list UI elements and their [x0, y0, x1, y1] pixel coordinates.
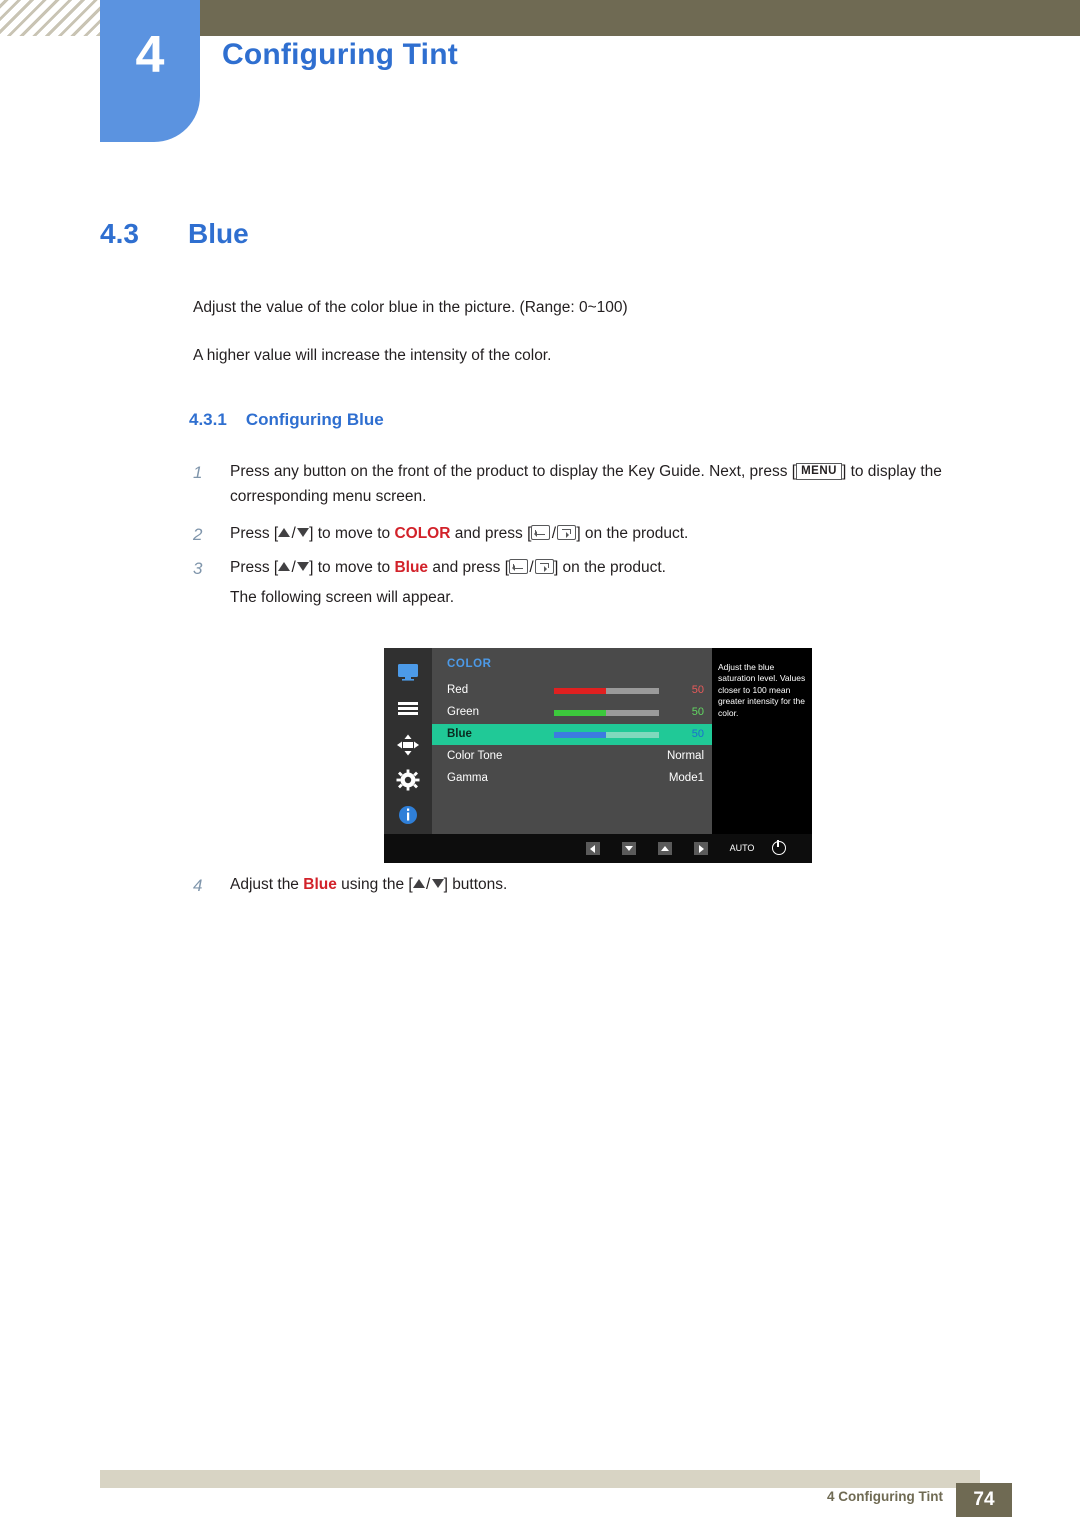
- subsection-number: 4.3.1: [189, 410, 227, 429]
- osd-slider-track[interactable]: [554, 688, 659, 694]
- osd-icon-column: [384, 648, 432, 834]
- osd-row-value: Normal: [666, 750, 704, 762]
- osd-footer-down-button[interactable]: [616, 841, 642, 856]
- osd-footer-right-button[interactable]: [688, 841, 714, 856]
- osd-slider-fill: [554, 710, 606, 716]
- osd-row-blue[interactable]: Blue 50: [432, 724, 712, 745]
- step-2-text: Press [ / ] to move to COLOR and press […: [230, 525, 689, 542]
- osd-row-label: Green: [447, 706, 479, 718]
- osd-row-label: Blue: [447, 728, 472, 740]
- step-2-text-a: Press [: [230, 525, 279, 542]
- up-arrow-icon: [412, 879, 425, 888]
- power-icon: [772, 840, 786, 855]
- osd-slider-track[interactable]: [554, 732, 659, 738]
- osd-row-color-tone[interactable]: Color Tone Normal: [432, 746, 712, 767]
- footer-rule: [100, 1470, 980, 1488]
- osd-row-red[interactable]: Red 50: [432, 680, 712, 701]
- subsection-heading: 4.3.1 Configuring Blue: [189, 410, 384, 430]
- down-arrow-icon: [297, 562, 310, 571]
- osd-footer-auto-button[interactable]: AUTO: [724, 841, 760, 856]
- section-paragraph-2: A higher value will increase the intensi…: [193, 347, 552, 364]
- osd-help-panel: Adjust the blue saturation level. Values…: [712, 648, 812, 834]
- step-4-keyword: Blue: [303, 876, 337, 893]
- osd-row-label: Color Tone: [447, 750, 503, 762]
- gear-icon: [394, 768, 422, 792]
- step-3-text-a: Press [: [230, 559, 279, 576]
- page-number: 74: [956, 1483, 1012, 1517]
- down-arrow-icon: [297, 528, 310, 537]
- osd-slider-fill: [554, 688, 606, 694]
- osd-menu-panel: COLOR Red 50 Green 50 Blue 50 Color Tone…: [432, 648, 712, 834]
- step-3-number: 3: [193, 559, 203, 578]
- enter-button-icon: [557, 525, 577, 540]
- up-arrow-icon: [278, 528, 291, 537]
- osd-row-value: 50: [691, 706, 704, 718]
- step-3-text-d: ] on the product.: [553, 559, 666, 576]
- osd-help-text: Adjust the blue saturation level. Values…: [718, 662, 806, 718]
- step-1-text: Press any button on the front of the pro…: [230, 459, 1023, 509]
- up-arrow-icon: [278, 562, 291, 571]
- right-arrow-icon: [694, 842, 708, 856]
- down-arrow-icon: [622, 842, 636, 856]
- step-4-text: Adjust the Blue using the [ / ] buttons.: [230, 876, 508, 893]
- header-hatch-decoration: [0, 0, 100, 36]
- step-4: 4 Adjust the Blue using the [ / ] button…: [193, 872, 1023, 897]
- subsection-title: Configuring Blue: [245, 410, 384, 429]
- step-3-text: Press [ / ] to move to Blue and press [ …: [230, 559, 666, 576]
- osd-footer-left-button[interactable]: [580, 841, 606, 856]
- back-button-icon: [509, 559, 529, 574]
- step-2-text-b: ] to move to: [309, 525, 395, 542]
- back-button-icon: [531, 525, 551, 540]
- enter-button-icon: [534, 559, 554, 574]
- osd-row-label: Gamma: [447, 772, 488, 784]
- osd-slider-fill: [554, 732, 606, 738]
- step-2: 2 Press [ / ] to move to COLOR and press…: [193, 521, 1023, 546]
- osd-row-value: 50: [691, 684, 704, 696]
- chapter-title: Configuring Tint: [222, 38, 458, 71]
- footer-chapter-label: 4 Configuring Tint: [827, 1489, 943, 1504]
- following-screen-note: The following screen will appear.: [230, 589, 455, 606]
- step-1-text-a: Press any button on the front of the pro…: [230, 463, 797, 480]
- color-bars-icon: [394, 697, 422, 721]
- step-2-number: 2: [193, 525, 203, 544]
- left-arrow-icon: [586, 842, 600, 856]
- step-4-text-c: ] buttons.: [443, 876, 508, 893]
- step-4-number: 4: [193, 876, 203, 895]
- osd-footer-up-button[interactable]: [652, 841, 678, 856]
- header-olive-bar: [175, 0, 1080, 36]
- step-2-keyword: COLOR: [394, 525, 451, 542]
- menu-keycap: MENU: [796, 463, 842, 480]
- resize-arrows-icon: [394, 733, 422, 757]
- section-number: 4.3: [100, 218, 139, 249]
- step-3-text-c: and press [: [428, 559, 510, 576]
- osd-footer-bar: AUTO: [384, 834, 812, 863]
- page-title: Blue: [188, 218, 249, 249]
- down-arrow-icon: [431, 879, 444, 888]
- step-3-keyword: Blue: [394, 559, 429, 576]
- osd-row-green[interactable]: Green 50: [432, 702, 712, 723]
- osd-menu-title: COLOR: [447, 658, 492, 670]
- step-4-text-a: Adjust the: [230, 876, 304, 893]
- monitor-icon: [394, 660, 422, 684]
- step-3: 3 Press [ / ] to move to Blue and press …: [193, 555, 1023, 580]
- section-paragraph-1: Adjust the value of the color blue in th…: [193, 299, 628, 316]
- osd-screenshot: COLOR Red 50 Green 50 Blue 50 Color Tone…: [384, 648, 812, 863]
- osd-row-value: Mode1: [668, 772, 704, 784]
- osd-row-label: Red: [447, 684, 469, 696]
- up-arrow-icon: [658, 842, 672, 856]
- step-2-text-c: and press [: [450, 525, 532, 542]
- chapter-number-badge: 4: [100, 0, 200, 142]
- step-2-text-d: ] on the product.: [576, 525, 689, 542]
- info-icon: [394, 803, 422, 827]
- step-1: 1 Press any button on the front of the p…: [193, 459, 1023, 509]
- step-1-number: 1: [193, 463, 203, 482]
- osd-footer-power-button[interactable]: [766, 840, 792, 856]
- step-4-text-b: using the [: [336, 876, 413, 893]
- step-3-text-b: ] to move to: [309, 559, 395, 576]
- osd-row-value: 50: [691, 728, 704, 740]
- osd-row-gamma[interactable]: Gamma Mode1: [432, 768, 712, 789]
- osd-slider-track[interactable]: [554, 710, 659, 716]
